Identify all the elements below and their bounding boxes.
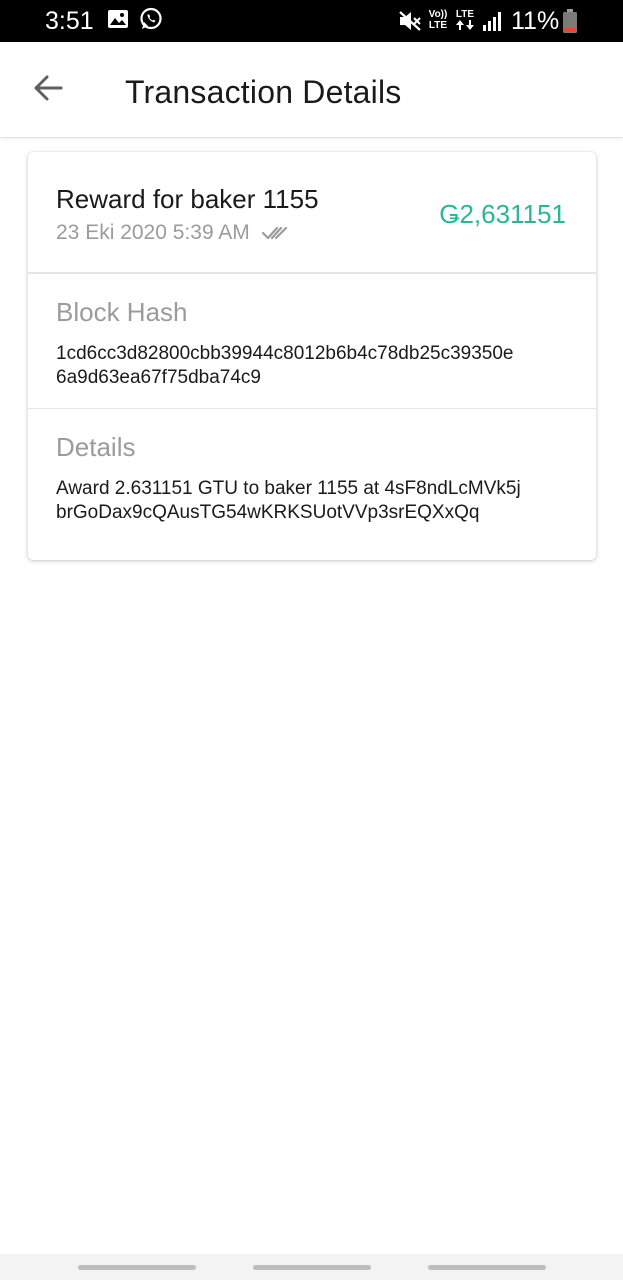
block-hash-value[interactable]: 1cd6cc3d82800cbb39944c8012b6b4c78db25c39…: [56, 342, 576, 390]
image-icon: [107, 9, 129, 34]
arrow-left-icon: [33, 74, 63, 107]
details-label: Details: [56, 432, 136, 462]
status-time: 3:51: [45, 7, 94, 35]
details-line-2: brGoDax9cQAusTG54wKRKSUotVVp3srEQXxQq: [56, 502, 480, 523]
signal-icon: [482, 11, 504, 36]
transaction-amount: Ǥ2,631151: [439, 199, 566, 229]
transaction-card: Reward for baker 1155 23 Eki 2020 5:39 A…: [28, 152, 596, 560]
volte-label-bottom: LTE: [428, 20, 448, 31]
transaction-summary: Reward for baker 1155 23 Eki 2020 5:39 A…: [28, 152, 596, 273]
transaction-date: 23 Eki 2020 5:39 AM: [56, 221, 250, 244]
system-navigation-bar: [0, 1254, 623, 1280]
block-hash-line-1: 1cd6cc3d82800cbb39944c8012b6b4c78db25c39…: [56, 343, 514, 364]
lte-icon: LTE: [454, 9, 476, 30]
app-bar: Transaction Details: [0, 42, 623, 138]
lte-label: LTE: [455, 9, 475, 20]
volte-label-top: Vo)): [428, 9, 448, 20]
home-button[interactable]: [253, 1265, 371, 1270]
block-hash-line-2: 6a9d63ea67f75dba74c9: [56, 367, 261, 388]
whatsapp-icon: [139, 7, 163, 36]
details-section: Details Award 2.631151 GTU to baker 1155…: [28, 409, 596, 560]
status-bar: 3:51 Vo)) LTE LTE 11%: [0, 0, 623, 42]
block-hash-label: Block Hash: [56, 297, 188, 327]
block-hash-section: Block Hash 1cd6cc3d82800cbb39944c8012b6b…: [28, 274, 596, 408]
recents-button[interactable]: [78, 1265, 196, 1270]
transaction-title: Reward for baker 1155: [56, 184, 319, 214]
back-button[interactable]: [24, 66, 72, 114]
double-check-icon: [261, 225, 288, 241]
battery-icon: [563, 9, 577, 38]
transaction-date-row: 23 Eki 2020 5:39 AM: [56, 219, 288, 247]
battery-percentage: 11%: [511, 7, 560, 35]
back-nav-button[interactable]: [428, 1265, 546, 1270]
details-line-1: Award 2.631151 GTU to baker 1155 at 4sF8…: [56, 478, 521, 499]
page-title: Transaction Details: [125, 74, 402, 110]
details-value[interactable]: Award 2.631151 GTU to baker 1155 at 4sF8…: [56, 477, 576, 525]
mute-icon: [398, 10, 422, 37]
volte-icon: Vo)) LTE: [426, 9, 450, 31]
status-notification-icons: [107, 7, 163, 34]
